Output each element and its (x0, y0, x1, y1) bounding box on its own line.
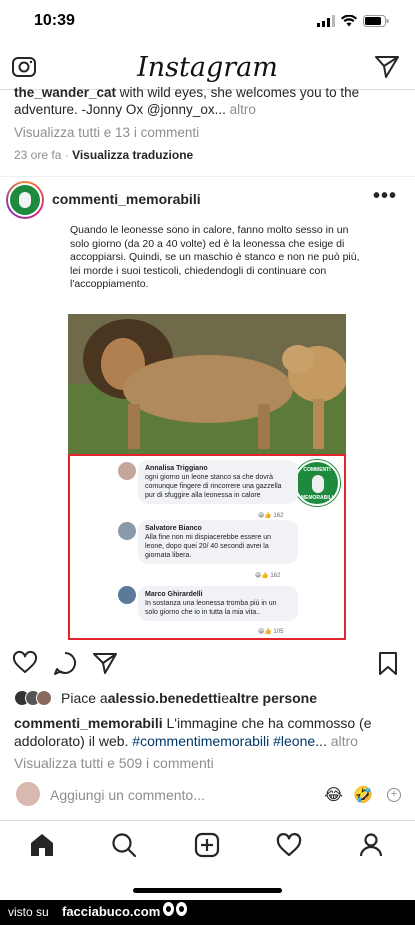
caption-ellipsis: ... (214, 102, 226, 117)
home-icon[interactable] (28, 831, 56, 859)
caption-ellipsis: ... (315, 733, 331, 749)
fb-comment-text: Alla fine non mi dispiacerebbe essere un… (145, 534, 272, 559)
watermark-bar: visto su facciabuco.com (0, 900, 415, 925)
badge-top-text: COMMENTI (303, 467, 331, 473)
likes-others-link[interactable]: altre persone (229, 690, 317, 706)
badge-bottom-text: MEMORABILI (300, 495, 334, 501)
caption-more-link[interactable]: altro (331, 733, 358, 749)
paper-plane-icon[interactable] (373, 52, 401, 80)
badge-face (312, 475, 324, 493)
likes-mid: e (221, 690, 230, 706)
fb-comment: Salvatore Bianco Alla fine non mi dispia… (138, 520, 298, 564)
previous-post-caption: the_wander_cat with wild eyes, she welco… (14, 84, 404, 118)
fb-comment-name: Annalisa Triggiano (145, 465, 208, 472)
post-header: commenti_memorabili ••• (0, 176, 415, 222)
commenter-avatar (118, 586, 136, 604)
wifi-icon (341, 15, 357, 27)
add-comment-row: Aggiungi un commento... 😂 🤣 + (0, 780, 415, 812)
caption-hashtags[interactable]: #commentimemorabili #leone (132, 733, 315, 749)
fb-comment: Annalisa Triggiano ogni giorno un leone … (138, 460, 298, 504)
watermark-site: facciabuco.com (62, 904, 161, 919)
previous-post: the_wander_cat with wild eyes, she welco… (14, 84, 404, 164)
watermark-eyes-icon (163, 902, 187, 916)
liker-avatar (36, 690, 52, 706)
comment-icon[interactable] (52, 650, 78, 676)
tab-bar (0, 820, 415, 900)
status-time: 10:39 (34, 12, 75, 29)
post-actions (0, 650, 415, 680)
likes-row[interactable]: Piace a alessio.benedetti e altre person… (14, 688, 409, 708)
battery-icon (363, 15, 389, 27)
lion-photo (68, 314, 346, 454)
liker-avatars (14, 690, 52, 706)
fb-reactions: 😆👍 162 (255, 573, 281, 579)
caption-username[interactable]: commenti_memorabili (14, 715, 163, 731)
avatar[interactable] (6, 181, 44, 219)
caption-more-link[interactable]: altro (230, 102, 256, 117)
post-image[interactable]: Quando le leonesse sono in calore, fanno… (0, 222, 415, 640)
app-title: Instagram (137, 52, 278, 83)
add-comment-input[interactable]: Aggiungi un commento... (50, 787, 205, 803)
activity-heart-icon[interactable] (275, 831, 303, 859)
separator: · (64, 148, 69, 162)
bookmark-icon[interactable] (375, 650, 401, 676)
share-icon[interactable] (92, 650, 118, 676)
search-icon[interactable] (110, 831, 138, 859)
commenter-avatar (118, 522, 136, 540)
likes-prefix: Piace a (61, 690, 108, 706)
fb-comment: Marco Ghirardelli In sostanza una leones… (138, 586, 298, 621)
user-avatar (16, 782, 40, 806)
fb-comment-name: Salvatore Bianco (145, 525, 202, 532)
facebook-comments-panel: COMMENTI MEMORABILI Annalisa Triggiano o… (68, 454, 346, 640)
add-post-icon[interactable] (193, 831, 221, 859)
brand-badge: COMMENTI MEMORABILI (294, 460, 340, 506)
fb-reactions: 😆👍 105 (258, 629, 284, 635)
likes-user-link[interactable]: alessio.benedetti (108, 690, 222, 706)
fb-reactions: 😆👍 162 (258, 513, 284, 519)
emoji-rofl-button[interactable]: 🤣 (353, 785, 373, 805)
post-meta: 23 ore fa · Visualizza traduzione (14, 147, 404, 164)
fb-comment-text: ogni giorno un leone stanco sa che dovrà… (145, 474, 282, 499)
view-all-comments-link[interactable]: Visualizza tutti e 13 i commenti (14, 124, 404, 141)
caption-mention[interactable]: @jonny_ox (147, 102, 215, 117)
emoji-laugh-button[interactable]: 😂 (324, 785, 343, 805)
post-username[interactable]: commenti_memorabili (52, 191, 201, 207)
home-indicator (133, 888, 282, 893)
image-text: Quando le leonesse sono in calore, fanno… (70, 224, 360, 290)
status-icons (317, 15, 389, 27)
signal-icon (317, 15, 335, 27)
post-caption: commenti_memorabili L'immagine che ha co… (14, 714, 406, 750)
watermark-prefix: visto su (8, 905, 49, 919)
heart-icon[interactable] (12, 650, 38, 676)
translate-link[interactable]: Visualizza traduzione (72, 148, 193, 162)
time-ago: 23 ore fa (14, 148, 62, 162)
more-options-icon[interactable]: ••• (373, 185, 397, 208)
add-emoji-icon[interactable]: + (387, 788, 401, 802)
fb-comment-name: Marco Ghirardelli (145, 591, 203, 598)
status-bar: 10:39 (0, 0, 415, 44)
view-all-comments-link[interactable]: Visualizza tutti e 509 i commenti (14, 755, 214, 771)
fb-comment-text: In sostanza una leonessa tromba più in u… (145, 600, 277, 616)
caption-username[interactable]: the_wander_cat (14, 85, 116, 100)
profile-icon[interactable] (357, 831, 385, 859)
commenter-avatar (118, 462, 136, 480)
